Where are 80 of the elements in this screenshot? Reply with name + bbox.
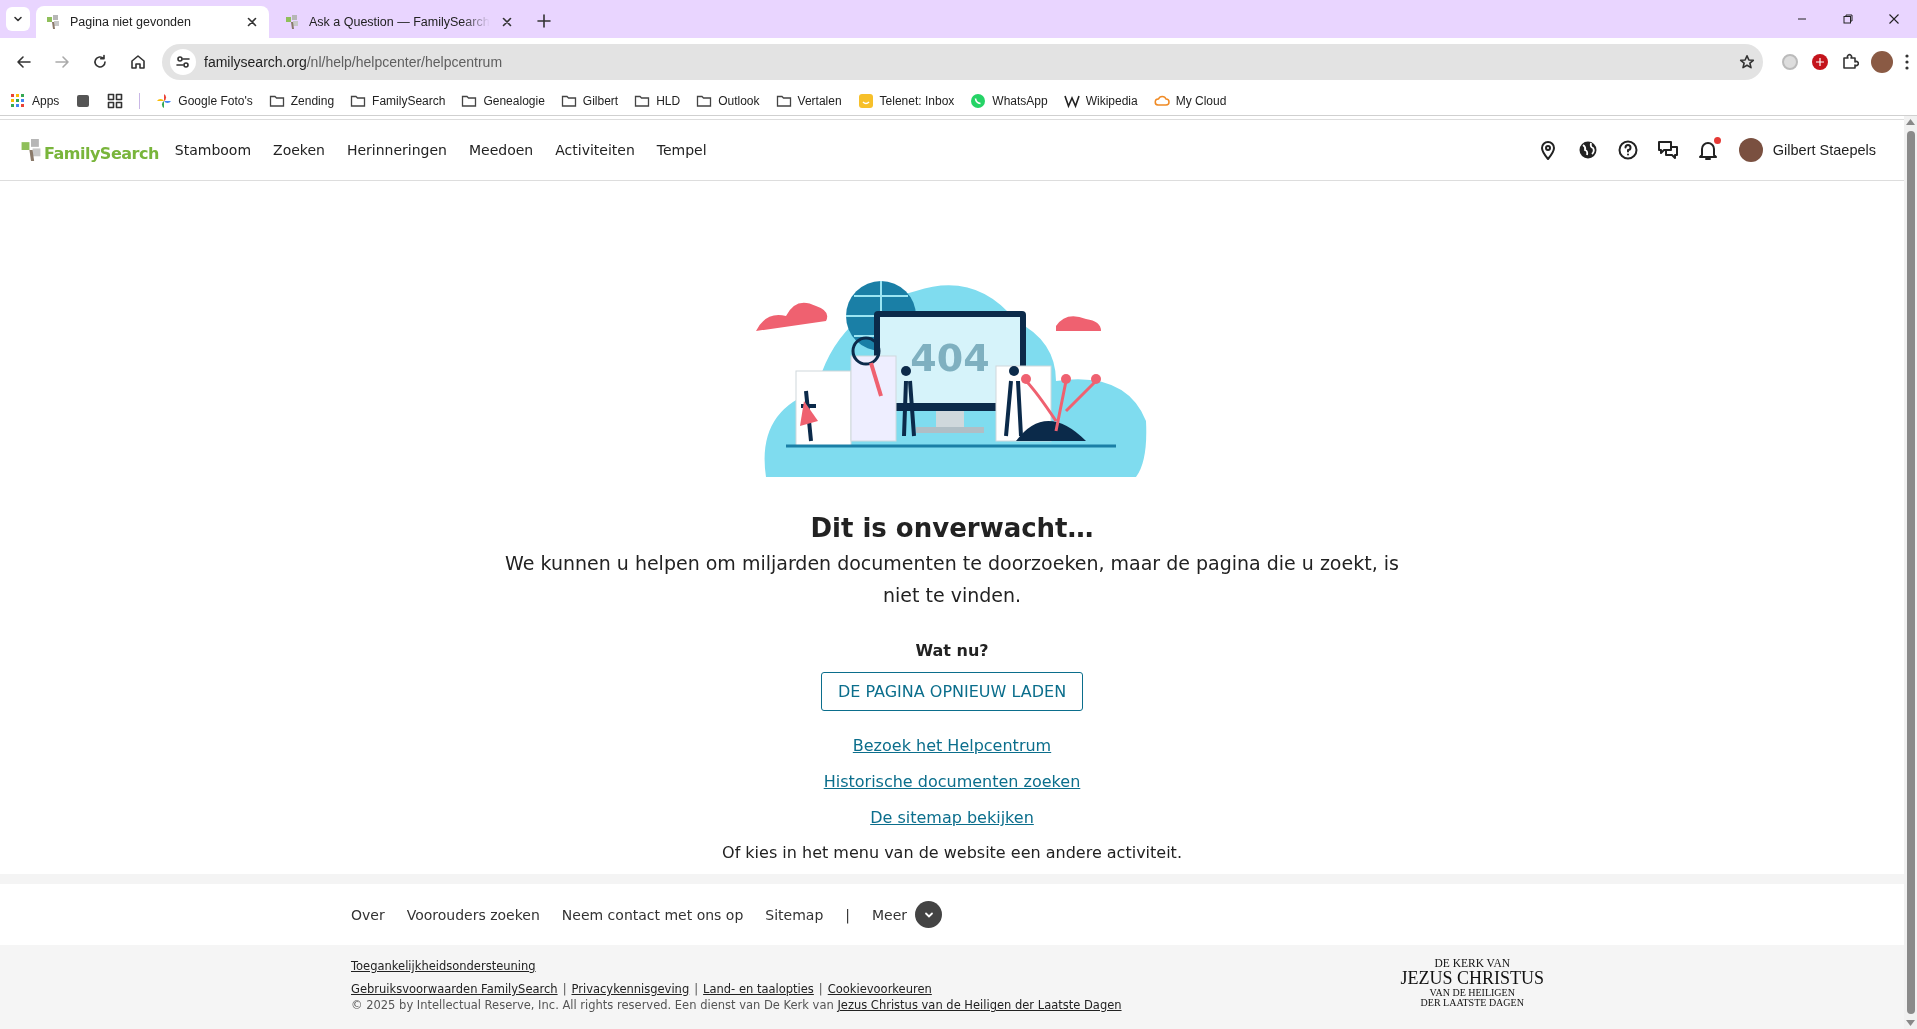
home-icon[interactable] <box>129 53 147 71</box>
chat-bubbles-icon[interactable] <box>1656 139 1679 161</box>
browser-tab[interactable]: Pagina niet gevonden <box>36 6 269 38</box>
bookmark[interactable]: HLD <box>634 92 681 109</box>
separator-text: | <box>818 982 823 996</box>
bookmark[interactable]: WhatsApp <box>970 92 1048 109</box>
more-menu-icon[interactable] <box>1905 54 1909 70</box>
avatar[interactable] <box>1871 51 1893 73</box>
bookmark[interactable]: Genealogie <box>461 92 545 109</box>
error-message: We kunnen u helpen om miljarden documenten te doorzoeken, maar de pagina die u zoekt, is niet te vinden. <box>504 551 1400 608</box>
restore-icon[interactable] <box>1842 13 1854 25</box>
bookmark[interactable]: Gilbert <box>560 92 619 109</box>
tree-icon <box>285 14 299 30</box>
bookmark[interactable]: Wikipedia <box>1063 92 1138 109</box>
legal-link[interactable]: Gebruiksvoorwaarden FamilySearch <box>351 982 558 996</box>
separator-text: | <box>694 982 699 996</box>
more-button[interactable]: Meer <box>872 901 943 928</box>
footer-link[interactable]: Over <box>351 906 385 923</box>
bookmark[interactable]: FamilySearch <box>350 92 446 109</box>
nav-link[interactable]: Stamboom <box>174 142 252 158</box>
close-icon[interactable] <box>1888 13 1900 25</box>
puzzle-icon[interactable] <box>1841 53 1859 71</box>
bookmark[interactable]: Telenet: Inbox <box>857 92 955 109</box>
nav-link[interactable]: Zoeken <box>273 142 325 158</box>
legal-link[interactable]: Privacykennisgeving <box>571 982 690 996</box>
legal-link[interactable]: Cookievoorkeuren <box>827 982 932 996</box>
scroll-down-icon <box>1906 1020 1915 1026</box>
reload-button[interactable]: DE PAGINA OPNIEUW LADEN <box>820 672 1084 711</box>
legal-link[interactable]: Jezus Christus van de Heiligen der Laatste Dagen <box>837 998 1122 1012</box>
section-label: Wat nu? <box>915 641 989 660</box>
star-icon[interactable] <box>1739 54 1755 70</box>
square-icon[interactable] <box>75 92 92 109</box>
smiley-icon <box>857 92 874 109</box>
legal-link[interactable]: Toegankelijkheidsondersteuning <box>351 959 536 973</box>
nav-link[interactable]: Meedoen <box>468 142 534 158</box>
new-tab-icon[interactable] <box>535 13 552 29</box>
tree-icon <box>46 14 60 30</box>
reload-icon[interactable] <box>91 53 109 71</box>
copyright-text: © 2025 by Intellectual Reserve, Inc. All rights reserved. Een dienst van De Kerk van Jezus Christus van de Heiligen der Laatste Dagen <box>351 998 1122 1012</box>
footer-link[interactable]: Sitemap <box>765 906 824 923</box>
bookmark[interactable]: Google Foto's <box>156 92 253 109</box>
bookmark[interactable]: My Cloud <box>1153 92 1227 109</box>
close-icon <box>245 15 259 29</box>
separator-text: | <box>562 982 567 996</box>
hint-text: Of kies in het menu van de website een andere activiteit. <box>722 843 1182 862</box>
tree-icon <box>20 137 42 163</box>
help-icon[interactable] <box>1616 139 1639 161</box>
footer-link[interactable]: Neem contact met ons op <box>561 906 744 923</box>
scroll-up-icon <box>1906 119 1915 125</box>
bookmark[interactable]: Outlook <box>696 92 760 109</box>
page-heading: Dit is onverwacht… <box>810 513 1094 543</box>
bookmark[interactable]: Zending <box>268 92 335 109</box>
church-logo-text: VAN DE HEILIGEN <box>1429 987 1515 999</box>
url-text: familysearch.org/nl/help/helpcenter/helpcentrum <box>204 54 503 70</box>
scrollbar[interactable] <box>1904 116 1917 1029</box>
link[interactable]: De sitemap bekijken <box>870 808 1034 827</box>
avatar <box>1738 138 1763 162</box>
nav-link[interactable]: Herinneringen <box>346 142 447 158</box>
bell-icon[interactable] <box>1696 139 1719 161</box>
link[interactable]: Bezoek het Helpcentrum <box>852 736 1052 755</box>
church-logo-text: DE KERK VAN <box>1434 957 1511 970</box>
separator-text: | <box>845 906 850 923</box>
nav-link[interactable]: Tempel <box>656 142 707 158</box>
address-bar[interactable]: familysearch.org/nl/help/helpcenter/helpcentrum <box>162 44 1763 80</box>
apps-grid-icon <box>10 92 26 109</box>
bookmark[interactable]: Vertalen <box>775 92 842 109</box>
bookmark[interactable]: Apps <box>10 92 60 109</box>
legal-link[interactable]: Land- en taalopties <box>703 982 814 996</box>
link[interactable]: Historische documenten zoeken <box>823 772 1081 791</box>
back-arrow-icon[interactable] <box>15 53 33 71</box>
grid-icon[interactable] <box>107 92 124 109</box>
church-logo-text: DER LAATSTE DAGEN <box>1420 998 1524 1009</box>
church-logo-text: JEZUS CHRISTUS <box>1400 969 1544 988</box>
user-menu[interactable]: Gilbert Staepels <box>1738 138 1876 162</box>
pinwheel-icon <box>156 92 173 109</box>
chat-bubble-icon <box>970 92 987 109</box>
site-settings-icon <box>176 55 190 69</box>
footer-link[interactable]: Voorouders zoeken <box>406 906 540 923</box>
tab-search-button[interactable] <box>6 7 30 31</box>
nav-link[interactable]: Activiteiten <box>555 142 635 158</box>
